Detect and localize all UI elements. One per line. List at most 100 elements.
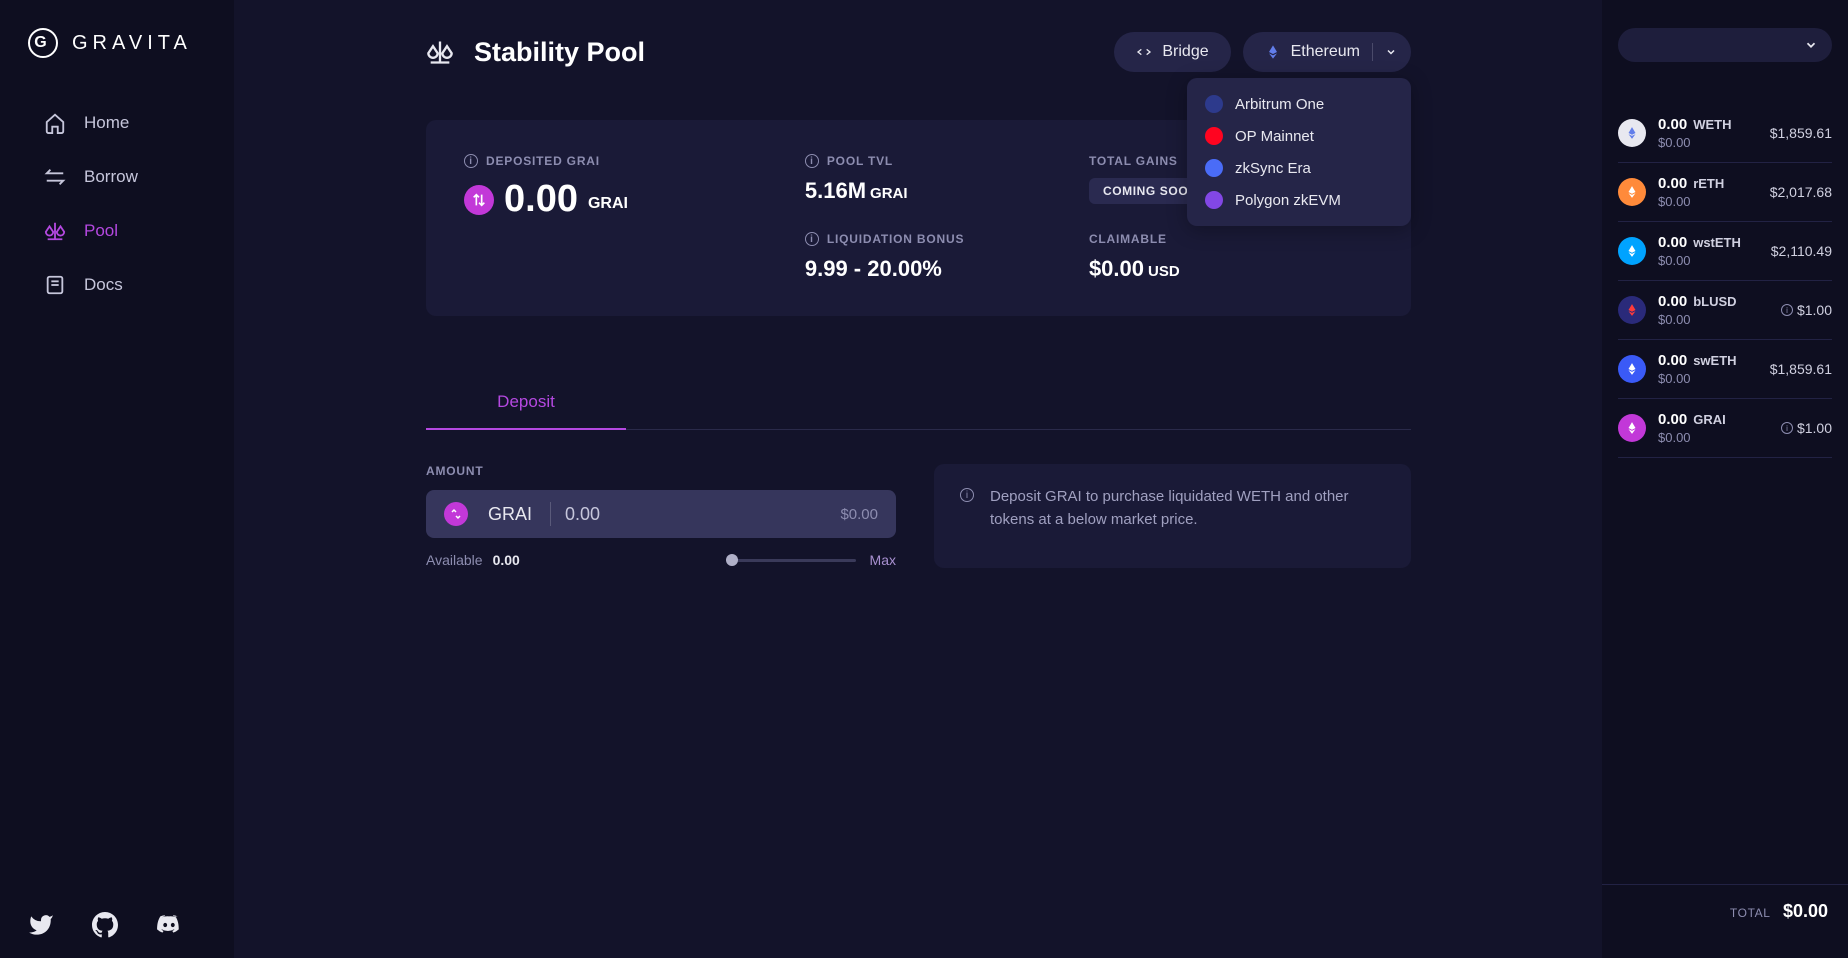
nav-borrow-label: Borrow <box>84 167 138 187</box>
stat-liquidation-bonus: iLIQUIDATION BONUS 9.99 - 20.00% <box>805 232 1089 282</box>
brand-logo-icon: G <box>28 28 58 58</box>
tvl-unit: GRAI <box>870 185 908 202</box>
balance-list: 0.00WETH $0.00 $1,859.61 0.00rETH $0.00 … <box>1602 104 1848 884</box>
balance-usd: $0.00 <box>1658 312 1769 327</box>
amount-slider[interactable] <box>726 559 856 562</box>
nav: Home Borrow Pool Docs <box>0 98 234 310</box>
deposited-value: 0.00 <box>504 178 578 221</box>
network-icon <box>1205 159 1223 177</box>
info-icon[interactable]: i <box>1781 422 1793 434</box>
balance-symbol: rETH <box>1693 176 1724 191</box>
liq-value: 9.99 - 20.00% <box>805 256 1089 282</box>
available-label: Available <box>426 552 483 568</box>
available-value: 0.00 <box>493 552 520 568</box>
nav-home[interactable]: Home <box>20 98 214 148</box>
tabs: Deposit <box>426 376 1411 430</box>
balance-item: 0.00rETH $0.00 $2,017.68 <box>1618 163 1832 222</box>
amount-input-row: GRAI $0.00 <box>426 490 896 538</box>
book-icon <box>44 274 66 296</box>
info-icon: i <box>960 488 974 502</box>
network-option-label: zkSync Era <box>1235 160 1311 177</box>
coin-icon <box>1618 119 1646 147</box>
discord-icon[interactable] <box>156 912 182 938</box>
home-icon <box>44 112 66 134</box>
twitter-icon[interactable] <box>28 912 54 938</box>
balance-amount: 0.00 <box>1658 234 1687 251</box>
network-option[interactable]: Arbitrum One <box>1187 88 1411 120</box>
balance-price: i$1.00 <box>1781 302 1832 318</box>
network-selector[interactable]: Ethereum <box>1243 32 1411 72</box>
max-button[interactable]: Max <box>870 552 896 568</box>
network-icon <box>1205 191 1223 209</box>
stat-deposited: iDEPOSITED GRAI 0.00 GRAI <box>464 154 805 282</box>
coin-icon <box>1618 237 1646 265</box>
balance-item: 0.00wstETH $0.00 $2,110.49 <box>1618 222 1832 281</box>
notice-text: Deposit GRAI to purchase liquidated WETH… <box>990 486 1385 531</box>
deposit-notice: i Deposit GRAI to purchase liquidated WE… <box>934 464 1411 568</box>
coin-icon <box>1618 296 1646 324</box>
balance-symbol: GRAI <box>1693 412 1726 427</box>
bridge-icon <box>1136 44 1152 60</box>
bridge-button[interactable]: Bridge <box>1114 32 1230 72</box>
separator <box>1372 43 1373 61</box>
swap-icon <box>44 166 66 188</box>
balance-symbol: bLUSD <box>1693 294 1736 309</box>
claim-value: $0.00 <box>1089 256 1144 281</box>
main: Stability Pool Bridge Ethereum Arbitrum … <box>234 0 1602 958</box>
network-label: Ethereum <box>1291 43 1360 61</box>
token-symbol: GRAI <box>488 504 532 525</box>
network-icon <box>1205 95 1223 113</box>
deposited-unit: GRAI <box>588 195 628 213</box>
stat-tvl: iPOOL TVL 5.16MGRAI <box>805 154 1089 204</box>
balance-item: 0.00swETH $0.00 $1,859.61 <box>1618 340 1832 399</box>
grai-coin-icon <box>464 185 494 215</box>
balance-amount: 0.00 <box>1658 352 1687 369</box>
total-label: TOTAL <box>1730 906 1771 920</box>
balance-item: 0.00GRAI $0.00 i$1.00 <box>1618 399 1832 458</box>
chevron-down-icon <box>1385 46 1397 58</box>
balance-amount: 0.00 <box>1658 175 1687 192</box>
wallet-dropdown[interactable] <box>1618 28 1832 62</box>
token-selector: GRAI <box>444 502 551 526</box>
network-option[interactable]: Polygon zkEVM <box>1187 184 1411 216</box>
brand-logo[interactable]: G GRAVITA <box>0 28 234 98</box>
github-icon[interactable] <box>92 912 118 938</box>
balance-usd: $0.00 <box>1658 135 1758 150</box>
bridge-label: Bridge <box>1162 43 1208 61</box>
network-icon <box>1205 127 1223 145</box>
nav-borrow[interactable]: Borrow <box>20 152 214 202</box>
balance-symbol: swETH <box>1693 353 1736 368</box>
balance-amount: 0.00 <box>1658 293 1687 310</box>
info-icon[interactable]: i <box>1781 304 1793 316</box>
total-value: $0.00 <box>1783 901 1828 921</box>
nav-docs-label: Docs <box>84 275 123 295</box>
info-icon[interactable]: i <box>805 232 819 246</box>
balance-price: $2,110.49 <box>1771 243 1832 259</box>
info-icon[interactable]: i <box>464 154 478 168</box>
network-option-label: Arbitrum One <box>1235 96 1324 113</box>
nav-pool[interactable]: Pool <box>20 206 214 256</box>
coin-icon <box>1618 414 1646 442</box>
sidebar: G GRAVITA Home Borrow Pool Docs <box>0 0 234 958</box>
balance-price: $1,859.61 <box>1770 125 1832 141</box>
balance-item: 0.00WETH $0.00 $1,859.61 <box>1618 104 1832 163</box>
page-header: Stability Pool Bridge Ethereum Arbitrum … <box>426 32 1411 72</box>
network-option-label: Polygon zkEVM <box>1235 192 1341 209</box>
tab-deposit[interactable]: Deposit <box>426 376 626 430</box>
amount-input[interactable] <box>551 504 840 525</box>
scale-icon <box>44 220 66 242</box>
page-title: Stability Pool <box>474 37 645 68</box>
network-option[interactable]: OP Mainnet <box>1187 120 1411 152</box>
nav-home-label: Home <box>84 113 129 133</box>
balance-usd: $0.00 <box>1658 253 1759 268</box>
brand-name: GRAVITA <box>72 32 192 55</box>
nav-docs[interactable]: Docs <box>20 260 214 310</box>
network-option[interactable]: zkSync Era <box>1187 152 1411 184</box>
claim-unit: USD <box>1148 263 1180 280</box>
tvl-value: 5.16M <box>805 178 866 203</box>
chevron-down-icon <box>1804 38 1818 52</box>
balance-price: $2,017.68 <box>1770 184 1832 200</box>
balance-amount: 0.00 <box>1658 411 1687 428</box>
total-row: TOTAL $0.00 <box>1602 884 1848 938</box>
info-icon[interactable]: i <box>805 154 819 168</box>
